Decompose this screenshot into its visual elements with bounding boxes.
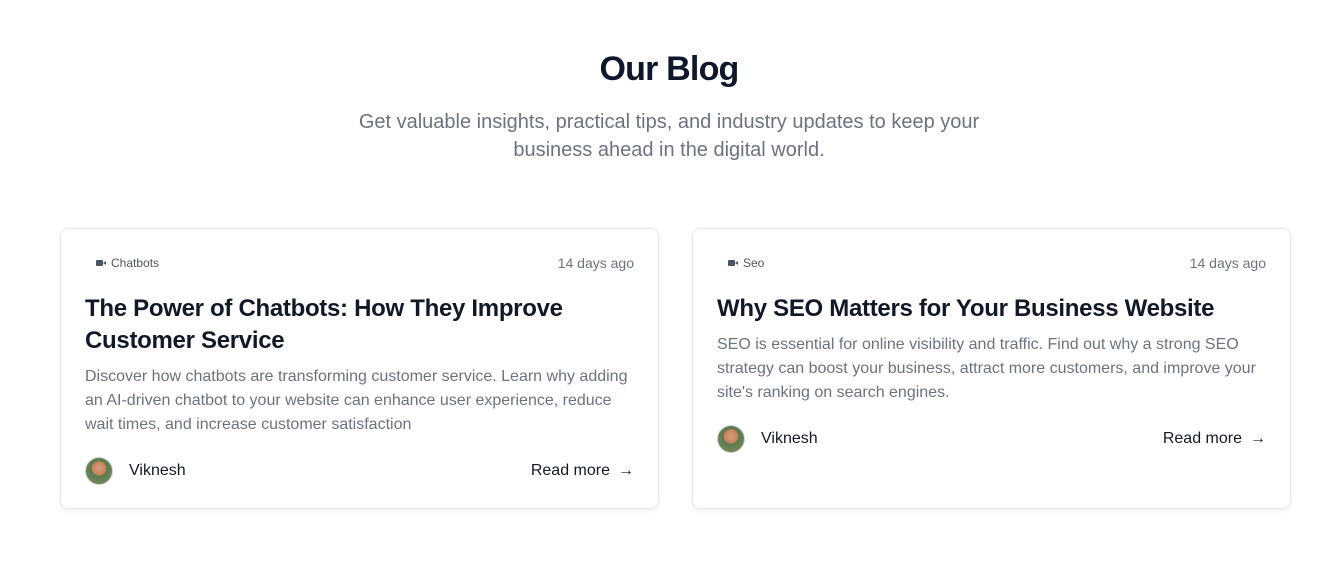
card-meta: Chatbots 14 days ago [96,255,634,271]
section-subtitle: Get valuable insights, practical tips, a… [358,111,980,161]
video-icon [728,259,739,267]
arrow-right-icon: → [1250,430,1266,447]
read-more-label: Read more [530,462,610,479]
read-more-link[interactable]: Read more → [1163,430,1266,448]
post-title[interactable]: Why SEO Matters for Your Business Websit… [717,293,1266,325]
section-heading: Our Blog [599,50,739,88]
category-tag[interactable]: Chatbots [96,256,159,270]
arrow-right-icon: → [618,462,634,479]
post-description: SEO is essential for online visibility a… [717,336,1256,401]
blog-card[interactable]: Chatbots 14 days ago The Power of Chatbo… [60,228,659,509]
card-meta: Seo 14 days ago [728,255,1266,271]
read-more-label: Read more [1162,430,1242,447]
card-footer: Viknesh Read more → [717,425,1266,453]
video-icon [96,259,107,267]
author-name: Viknesh [129,462,186,479]
post-title[interactable]: The Power of Chatbots: How They Improve … [85,293,634,357]
blog-card[interactable]: Seo 14 days ago Why SEO Matters for Your… [692,228,1291,509]
post-date: 14 days ago [557,255,634,271]
author-name: Viknesh [761,430,818,447]
author: Viknesh [85,457,186,485]
category-tag[interactable]: Seo [728,256,764,270]
post-description: Discover how chatbots are transforming c… [85,368,628,433]
category-label: Chatbots [111,256,160,270]
read-more-link[interactable]: Read more → [531,462,634,480]
blog-section: Our Blog Get valuable insights, practica… [0,0,1338,564]
avatar [717,425,745,453]
author: Viknesh [717,425,818,453]
avatar [85,457,113,485]
post-date: 14 days ago [1189,255,1266,271]
category-label: Seo [743,256,765,270]
card-footer: Viknesh Read more → [85,457,634,485]
